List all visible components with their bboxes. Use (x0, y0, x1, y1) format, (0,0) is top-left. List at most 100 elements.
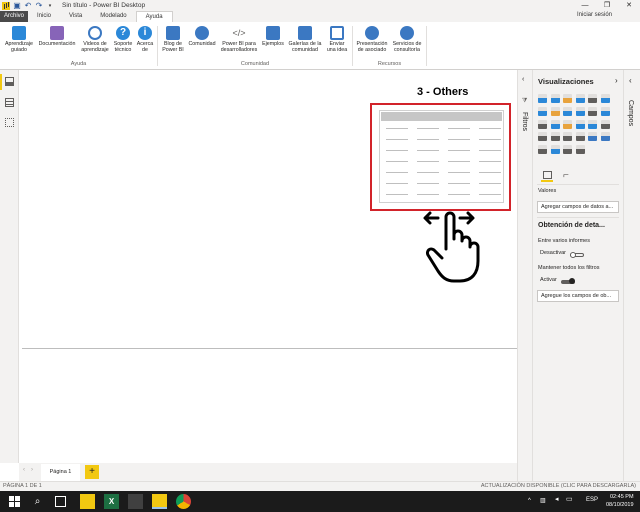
scroll-left-icon[interactable]: ‹ (23, 467, 25, 473)
clock-date[interactable]: 08/10/2019 (606, 502, 634, 508)
visual-type-icon[interactable] (563, 119, 572, 129)
support-button[interactable]: ? Soporte técnico (111, 26, 135, 53)
chevron-right-icon[interactable]: › (615, 76, 618, 85)
redo-icon[interactable]: ↷ (35, 1, 43, 10)
add-data-fields-well[interactable]: Agregar campos de datos a... (537, 201, 619, 213)
learning-videos-button[interactable]: Videos de aprendizaje (79, 26, 111, 53)
visual-type-icon[interactable] (588, 94, 597, 103)
search-icon[interactable]: ⌕ (30, 494, 45, 509)
visual-type-icon[interactable] (563, 106, 572, 116)
consulting-services-button[interactable]: Servicios de consultoría (390, 26, 424, 53)
visual-type-icon[interactable] (600, 106, 610, 116)
visual-type-icon[interactable] (550, 94, 560, 103)
tab-archivo[interactable]: Archivo (0, 11, 29, 22)
filters-pane[interactable]: ‹ ⧩ Filtros (517, 70, 533, 481)
values-label: Valores (538, 188, 557, 194)
visual-type-icon[interactable] (538, 145, 547, 155)
table-cell-line (479, 172, 501, 173)
visual-type-icon[interactable] (538, 119, 547, 129)
scroll-right-icon[interactable]: › (31, 467, 33, 473)
examples-button[interactable]: Ejemplos (260, 26, 286, 47)
add-page-button[interactable]: + (85, 465, 99, 479)
button-label: aprendizaje (81, 47, 109, 53)
format-paint-roller-icon[interactable]: ⌐ (563, 170, 569, 181)
tab-inicio[interactable]: Inicio (28, 11, 60, 22)
add-drillthrough-fields-well[interactable]: Agregue los campos de ob... (537, 290, 619, 302)
task-view-icon[interactable] (55, 496, 66, 507)
visual-type-icon[interactable] (538, 132, 547, 142)
customize-quick-access-icon[interactable]: ▾ (46, 2, 54, 10)
report-view-icon[interactable] (5, 77, 14, 86)
minimize-button[interactable]: — (574, 0, 596, 11)
visual-type-icon[interactable] (538, 94, 547, 103)
sign-in-link[interactable]: Iniciar sesión (577, 12, 612, 18)
tab-ayuda[interactable]: Ayuda (135, 11, 173, 22)
update-available-link[interactable]: ACTUALIZACIÓN DISPONIBLE (CLIC PARA DESC… (481, 482, 636, 491)
excel-icon[interactable]: X (104, 494, 119, 509)
visual-type-icon[interactable] (563, 94, 572, 103)
windows-start-icon[interactable] (7, 494, 22, 509)
tab-vista[interactable]: Vista (60, 11, 91, 22)
model-view-icon[interactable] (5, 118, 14, 127)
visual-type-icon[interactable] (550, 145, 560, 155)
about-button[interactable]: i Acerca de (135, 26, 155, 53)
file-explorer-icon[interactable] (80, 494, 95, 509)
partner-showcase-button[interactable]: Presentación de asociado (354, 26, 390, 53)
clock-time[interactable]: 02:45 PM (610, 494, 634, 500)
table-visual[interactable] (379, 110, 504, 203)
fields-tab-icon[interactable] (541, 170, 553, 182)
language-indicator[interactable]: ESP (586, 497, 598, 503)
visual-type-icon[interactable] (588, 119, 597, 129)
undo-icon[interactable]: ↶ (24, 1, 32, 10)
visual-type-icon[interactable] (575, 145, 585, 155)
page-tab-1[interactable]: Página 1 (41, 464, 80, 481)
visual-type-icon[interactable] (575, 119, 585, 129)
battery-icon[interactable]: ▭ (566, 495, 573, 503)
visual-type-icon[interactable] (563, 145, 572, 155)
visual-type-icon[interactable] (600, 119, 610, 129)
visual-type-icon[interactable] (550, 106, 560, 116)
cross-report-state: Desactivar (540, 250, 566, 256)
data-view-icon[interactable] (5, 98, 14, 107)
submit-idea-button[interactable]: Enviar una idea (324, 26, 350, 53)
pane-divider (537, 184, 619, 185)
cross-report-toggle[interactable] (570, 252, 584, 258)
visual-type-icon[interactable] (575, 106, 585, 116)
visual-type-icon[interactable] (600, 94, 610, 103)
power-bi-taskbar-icon[interactable] (152, 494, 167, 509)
power-bi-blog-button[interactable]: Blog de Power BI (160, 26, 186, 53)
table-cell-line (448, 194, 470, 195)
close-button[interactable]: ✕ (618, 0, 640, 11)
ribbon-tabs: Archivo Inicio Vista Modelado Ayuda (0, 11, 640, 22)
visual-type-icon[interactable] (550, 119, 560, 129)
visual-type-icon[interactable] (538, 106, 547, 116)
app-icon[interactable] (128, 494, 143, 509)
visual-type-icon[interactable] (575, 132, 585, 142)
visual-type-icon[interactable] (600, 132, 610, 142)
table-cell-line (448, 161, 470, 162)
tab-modelado[interactable]: Modelado (91, 11, 135, 22)
visual-type-icon[interactable] (550, 132, 560, 142)
visual-type-icon[interactable] (575, 94, 585, 103)
chevron-left-icon[interactable]: ‹ (522, 76, 524, 83)
volume-icon[interactable]: ◂ (555, 495, 559, 503)
examples-icon (266, 26, 280, 40)
guided-learning-button[interactable]: Aprendizaje guiado (2, 26, 36, 53)
maximize-button[interactable]: ❐ (596, 0, 618, 11)
fields-pane[interactable]: ‹ Campos (623, 70, 640, 481)
window-title: Sin título - Power BI Desktop (62, 2, 146, 9)
table-cell-line (417, 194, 439, 195)
network-icon[interactable]: ▥ (540, 497, 546, 504)
community-button[interactable]: Comunidad (186, 26, 218, 47)
documentation-button[interactable]: Documentación (36, 26, 78, 47)
chrome-icon[interactable] (176, 494, 191, 509)
save-icon[interactable]: ▣ (13, 1, 21, 10)
visual-type-icon[interactable] (563, 132, 572, 142)
chevron-left-icon[interactable]: ‹ (629, 76, 632, 85)
developers-button[interactable]: </> Power BI para desarrolladores (218, 26, 260, 53)
tray-chevron-icon[interactable]: ^ (528, 498, 531, 504)
community-galleries-button[interactable]: Galerías de la comunidad (286, 26, 324, 53)
visual-type-icon[interactable] (588, 132, 597, 142)
visual-type-icon[interactable] (588, 106, 597, 116)
keep-filters-toggle[interactable] (561, 278, 575, 284)
